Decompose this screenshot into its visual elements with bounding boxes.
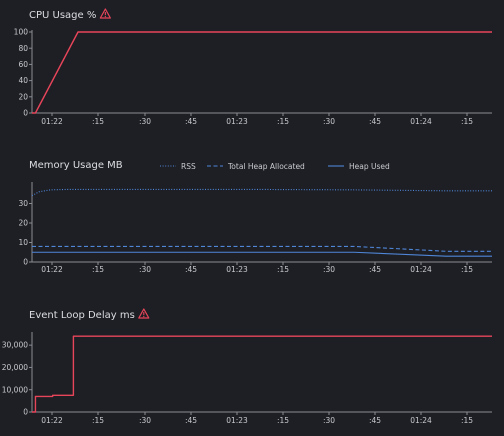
y-tick-label: 0 [23, 258, 28, 267]
x-tick-label: :15 [92, 265, 104, 274]
y-tick-label: 40 [18, 76, 28, 85]
x-tick-label: 01:23 [226, 265, 248, 274]
y-tick-label: 10 [18, 238, 28, 247]
x-tick-label: 01:22 [41, 416, 63, 425]
x-tick-label: 01:22 [41, 265, 63, 274]
x-tick-label: :30 [139, 416, 151, 425]
y-tick-label: 30,000 [2, 341, 28, 350]
x-tick-label: :30 [323, 117, 335, 126]
x-tick-label: :15 [277, 265, 289, 274]
x-tick-label: 01:22 [41, 117, 63, 126]
x-tick-label: :30 [323, 265, 335, 274]
x-tick-label: :45 [369, 117, 381, 126]
legend-label: Total Heap Allocated [227, 162, 305, 171]
x-tick-label: 01:23 [226, 416, 248, 425]
y-tick-label: 10,000 [2, 385, 28, 394]
x-tick-label: :15 [461, 117, 473, 126]
y-tick-label: 100 [14, 28, 29, 37]
y-tick-label: 60 [18, 60, 28, 69]
y-tick-label: 80 [18, 44, 28, 53]
x-tick-label: :15 [277, 117, 289, 126]
y-tick-label: 0 [23, 408, 28, 417]
x-tick-label: :30 [139, 117, 151, 126]
x-tick-label: :45 [185, 265, 197, 274]
warning-mark-dot [104, 16, 106, 18]
x-tick-label: :15 [92, 416, 104, 425]
legend-label: RSS [181, 162, 196, 171]
x-tick-label: :15 [461, 416, 473, 425]
dashboard-charts: CPU Usage %02040608010001:22:15:30:45 01:… [0, 0, 504, 436]
y-tick-label: 20 [18, 219, 28, 228]
chart-title: Event Loop Delay ms [29, 310, 135, 321]
x-tick-label: 01:24 [410, 265, 432, 274]
legend-label: Heap Used [349, 162, 390, 171]
y-tick-label: 20 [18, 92, 28, 101]
x-tick-label: :45 [185, 117, 197, 126]
y-tick-label: 0 [23, 109, 28, 118]
x-tick-label: 01:24 [410, 416, 432, 425]
x-tick-label: 01:23 [226, 117, 248, 126]
chart-title: Memory Usage MB [29, 160, 123, 171]
y-tick-label: 30 [18, 199, 28, 208]
x-tick-label: :45 [369, 265, 381, 274]
y-tick-label: 20,000 [2, 363, 28, 372]
x-tick-label: :45 [369, 416, 381, 425]
x-tick-label: :30 [323, 416, 335, 425]
x-tick-label: :15 [461, 265, 473, 274]
chart-title: CPU Usage % [29, 10, 96, 21]
x-tick-label: :45 [185, 416, 197, 425]
chart-legend: RSS Total Heap Allocated Heap Used [160, 162, 390, 171]
background [0, 0, 504, 436]
warning-mark-dot [143, 316, 145, 318]
x-tick-label: 01:24 [410, 117, 432, 126]
x-tick-label: :15 [277, 416, 289, 425]
x-tick-label: :30 [139, 265, 151, 274]
x-tick-label: :15 [92, 117, 104, 126]
